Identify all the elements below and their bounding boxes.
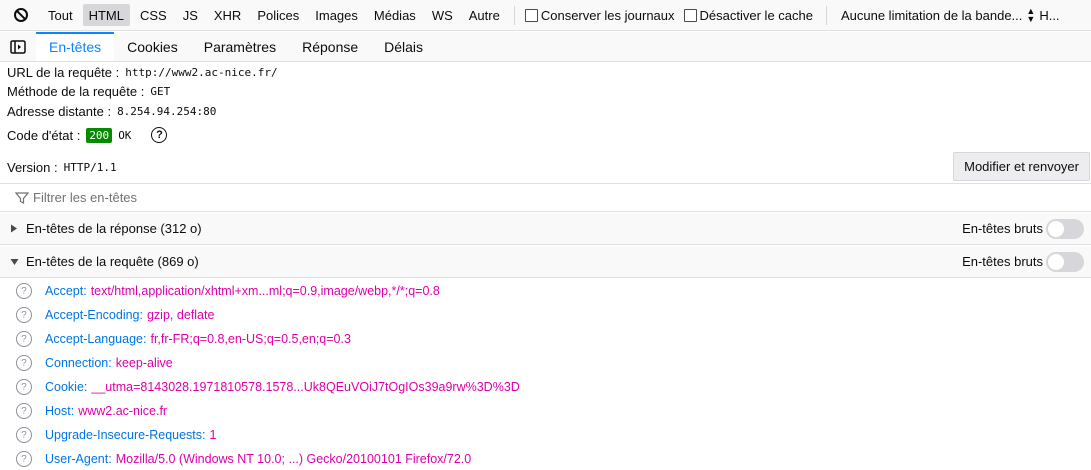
header-value: www2.ac-nice.fr [78, 404, 168, 418]
filter-headers-bar [0, 183, 1091, 212]
raw-headers-label: En-têtes bruts [962, 221, 1043, 236]
header-row[interactable]: ? Upgrade-Insecure-Requests: 1 [16, 426, 216, 444]
toggle-sidebar-button[interactable] [0, 32, 36, 61]
har-menu-button[interactable]: H... [1039, 8, 1059, 23]
version-label: Version : [7, 160, 58, 175]
toolbar-divider [513, 5, 515, 25]
checkbox-box[interactable] [524, 8, 538, 22]
header-value: __utma=8143028.1971810578.1578...Uk8QEuV… [91, 380, 520, 394]
question-circle-icon[interactable]: ? [16, 355, 32, 371]
version-value: HTTP/1.1 [63, 161, 117, 174]
clear-requests-button[interactable] [0, 0, 42, 31]
response-headers-title: En-têtes de la réponse (312 o) [26, 221, 202, 236]
raw-headers-label: En-têtes bruts [962, 254, 1043, 269]
toolbar-divider [825, 5, 827, 25]
question-circle-icon[interactable]: ? [16, 427, 32, 443]
filter-xhr-button[interactable]: XHR [208, 4, 247, 26]
raw-headers-toggle[interactable] [1046, 251, 1084, 272]
throttling-value: Aucune limitation de la bande... [840, 7, 1023, 23]
tab-timings[interactable]: Délais [371, 32, 436, 61]
status-badge: 200 [86, 127, 113, 143]
filter-css-button[interactable]: CSS [134, 4, 173, 26]
request-headers-section[interactable]: En-têtes de la requête (869 o) En-têtes … [0, 246, 1091, 278]
header-value: gzip, deflate [146, 308, 215, 322]
persist-logs-checkbox[interactable]: Conserver les journaux [524, 7, 675, 23]
question-circle-icon[interactable]: ? [16, 403, 32, 419]
header-name: User-Agent: [45, 452, 112, 466]
filter-media-button[interactable]: Médias [368, 4, 422, 26]
header-row[interactable]: ? Accept-Language: fr,fr-FR;q=0.8,en-US;… [16, 330, 351, 348]
toggle-knob [1048, 220, 1064, 237]
summary-remote: Adresse distante : 8.254.94.254:80 [7, 104, 216, 119]
status-label: Code d'état : [7, 127, 81, 143]
header-value: fr,fr-FR;q=0.8,en-US;q=0.5,en;q=0.3 [150, 332, 351, 346]
har-label: H... [1039, 7, 1060, 23]
header-row[interactable]: ? Accept-Encoding: gzip, deflate [16, 306, 214, 324]
tab-cookies[interactable]: Cookies [114, 32, 191, 61]
summary-version: Version : HTTP/1.1 [7, 160, 117, 175]
select-arrows-icon: ▲ ▼ [1026, 6, 1036, 24]
filter-fonts-button[interactable]: Polices [251, 4, 305, 26]
remote-value: 8.254.94.254:80 [117, 105, 217, 118]
header-value: text/html,application/xhtml+xm...ml;q=0.… [90, 284, 440, 298]
filter-ws-button[interactable]: WS [426, 4, 459, 26]
header-value: keep-alive [115, 356, 173, 370]
header-value: Mozilla/5.0 (Windows NT 10.0; ...) Gecko… [115, 452, 472, 466]
sidebar-panel-icon [10, 39, 26, 54]
question-circle-icon[interactable]: ? [16, 451, 32, 467]
tab-headers[interactable]: En-têtes [36, 32, 115, 61]
summary-method: Méthode de la requête : GET [7, 84, 170, 99]
filter-headers-input[interactable] [33, 190, 333, 205]
response-headers-section[interactable]: En-têtes de la réponse (312 o) En-têtes … [0, 213, 1091, 245]
header-name: Accept-Language: [45, 332, 147, 346]
throttling-select[interactable]: Aucune limitation de la bande... ▲ ▼ [840, 6, 1039, 24]
help-icon[interactable]: ? [151, 127, 168, 143]
disable-cache-label: Désactiver le cache [699, 7, 813, 23]
header-name: Connection: [45, 356, 112, 370]
request-headers-title: En-têtes de la requête (869 o) [26, 254, 199, 269]
header-name: Host: [45, 404, 75, 418]
header-name: Upgrade-Insecure-Requests: [45, 428, 206, 442]
expand-arrow-icon[interactable] [10, 224, 22, 233]
persist-logs-label: Conserver les journaux [540, 7, 675, 23]
header-name: Cookie: [45, 380, 88, 394]
question-circle-icon[interactable]: ? [16, 283, 32, 299]
header-row[interactable]: ? Connection: keep-alive [16, 354, 173, 372]
details-tabs: En-têtes Cookies Paramètres Réponse Déla… [0, 32, 1091, 62]
header-name: Accept: [45, 284, 87, 298]
header-value: 1 [209, 428, 217, 442]
filter-other-button[interactable]: Autre [463, 4, 506, 26]
edit-and-resend-button[interactable]: Modifier et renvoyer [953, 152, 1090, 181]
question-circle-icon[interactable]: ? [16, 307, 32, 323]
collapse-arrow-icon[interactable] [10, 258, 22, 266]
raw-headers-toggle[interactable] [1046, 218, 1084, 239]
method-label: Méthode de la requête : [7, 84, 145, 99]
header-row[interactable]: ? Cookie: __utma=8143028.1971810578.1578… [16, 378, 520, 396]
remote-label: Adresse distante : [7, 104, 112, 119]
tab-params[interactable]: Paramètres [191, 32, 289, 61]
method-value: GET [150, 85, 171, 98]
header-row[interactable]: ? User-Agent: Mozilla/5.0 (Windows NT 10… [16, 450, 471, 468]
header-row[interactable]: ? Host: www2.ac-nice.fr [16, 402, 167, 420]
toggle-knob [1048, 253, 1064, 270]
status-text: OK [118, 128, 132, 142]
summary-url: URL de la requête : http://www2.ac-nice.… [7, 65, 278, 80]
checkbox-box[interactable] [683, 8, 697, 22]
summary-status: Code d'état : 200 OK ? [7, 127, 168, 143]
filter-images-button[interactable]: Images [309, 4, 364, 26]
filter-icon [15, 191, 29, 204]
url-label: URL de la requête : [7, 65, 120, 80]
disable-cache-checkbox[interactable]: Désactiver le cache [683, 7, 813, 23]
header-name: Accept-Encoding: [45, 308, 143, 322]
network-toolbar: Tout HTML CSS JS XHR Polices Images Médi… [0, 0, 1091, 31]
filter-js-button[interactable]: JS [177, 4, 204, 26]
tab-response[interactable]: Réponse [289, 32, 371, 61]
block-icon [14, 8, 28, 22]
filter-html-button[interactable]: HTML [82, 4, 130, 26]
question-circle-icon[interactable]: ? [16, 331, 32, 347]
question-circle-icon[interactable]: ? [16, 379, 32, 395]
url-value: http://www2.ac-nice.fr/ [125, 66, 278, 79]
filter-all-button[interactable]: Tout [42, 4, 79, 26]
header-row[interactable]: ? Accept: text/html,application/xhtml+xm… [16, 282, 440, 300]
